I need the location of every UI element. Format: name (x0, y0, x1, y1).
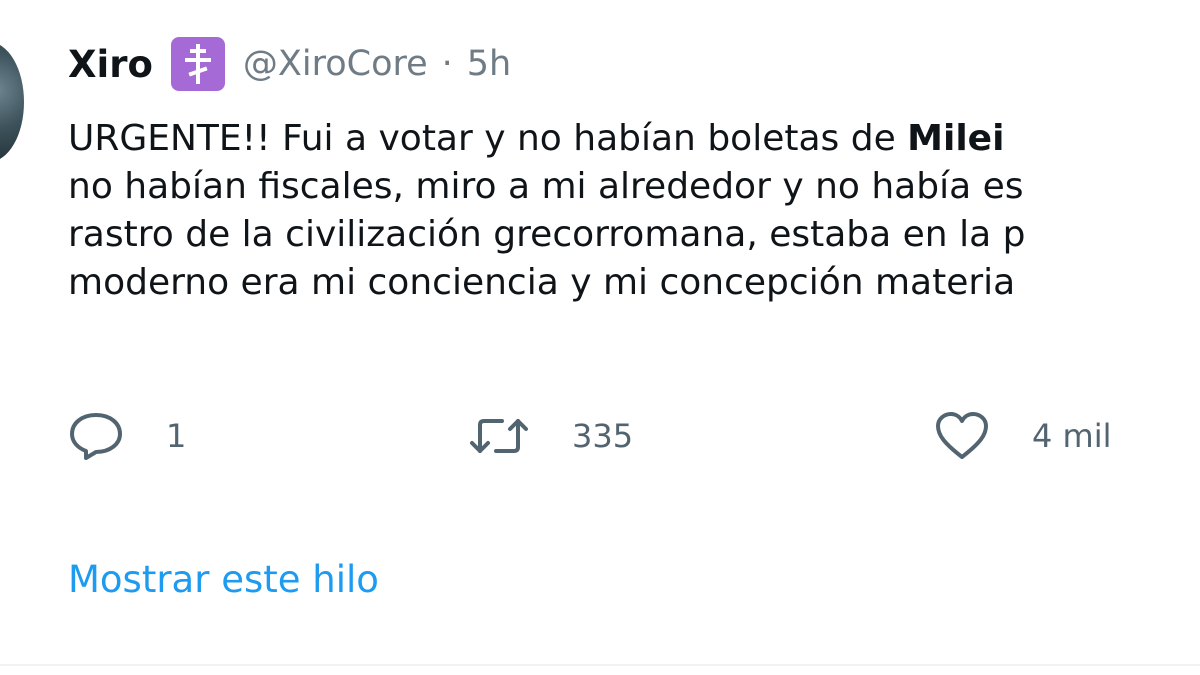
avatar[interactable] (0, 42, 24, 162)
reply-button[interactable]: 1 (68, 408, 186, 464)
tweet-text-line: no habían fiscales, miro a mi alrededor … (68, 166, 1024, 207)
tweet-actions: 1 335 4 mil (68, 408, 1200, 464)
retweet-count: 335 (572, 417, 634, 455)
reply-icon (68, 411, 124, 461)
retweet-button[interactable]: 335 (468, 408, 633, 464)
separator-dot: · (441, 44, 453, 84)
orthodox-cross-icon (170, 37, 225, 91)
show-thread-link[interactable]: Mostrar este hilo (68, 558, 379, 601)
heart-icon (934, 411, 990, 461)
like-count: 4 mil (1032, 417, 1112, 455)
display-name[interactable]: Xiro (68, 43, 153, 86)
divider (0, 664, 1200, 666)
like-button[interactable]: 4 mil (934, 408, 1111, 464)
tweet-text-line: URGENTE!! Fui a votar y no habían boleta… (68, 118, 1005, 159)
retweet-icon (468, 413, 530, 459)
tweet-header: Xiro @XiroCore · 5h (68, 37, 511, 91)
bold-mention: Milei (907, 118, 1005, 159)
reply-count: 1 (166, 417, 187, 455)
tweet: Xiro @XiroCore · 5h URGENTE!! Fui a vota… (0, 0, 1200, 675)
tweet-text-line: moderno era mi conciencia y mi concepció… (68, 262, 1016, 303)
tweet-text-line: rastro de la civilización grecorromana, … (68, 214, 1026, 255)
user-handle[interactable]: @XiroCore (243, 44, 428, 84)
tweet-text: URGENTE!! Fui a votar y no habían boleta… (68, 115, 1200, 307)
timestamp[interactable]: 5h (467, 44, 511, 84)
